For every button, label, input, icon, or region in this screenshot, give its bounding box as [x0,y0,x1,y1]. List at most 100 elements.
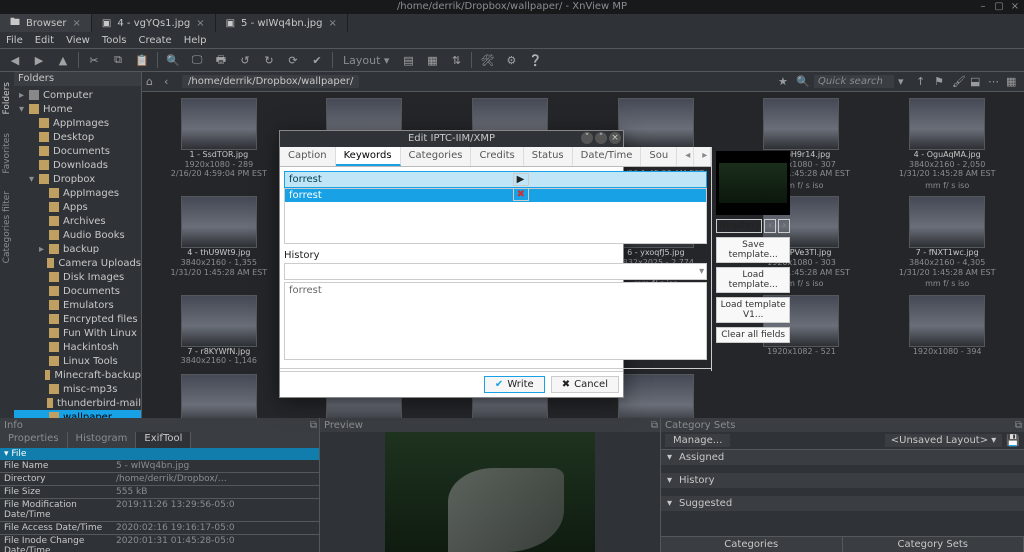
thumbnail[interactable]: 4 - OguAqMA.jpg 3840x2160 - 2,050 1/31/2… [876,98,1018,190]
tree-node[interactable]: Downloads [14,158,141,172]
tree-node[interactable]: Emulators [14,298,141,312]
up-icon[interactable]: ▲ [54,51,72,69]
tree-node[interactable]: Minecraft-backup [14,368,141,382]
menu-view[interactable]: View [66,35,90,46]
tab-caption[interactable]: Caption [280,147,336,166]
tree-node[interactable]: Audio Books [14,228,141,242]
save-layout-icon[interactable]: 💾 [1006,434,1020,447]
dialog-close-icon[interactable]: × [609,132,621,144]
view-mode-icon[interactable]: ▦ [423,51,441,69]
load-template-button[interactable]: Load template... [716,267,790,293]
star-icon[interactable]: ★ [778,75,792,89]
search-icon[interactable]: 🔍 [796,75,810,89]
tree-node[interactable]: Documents [14,144,141,158]
dialog-title-bar[interactable]: Edit IPTC-IIM/XMP ˅ ˄ × [280,131,623,147]
tree-node[interactable]: AppImages [14,116,141,130]
tab-keywords[interactable]: Keywords [336,147,401,166]
info-tab-histogram[interactable]: Histogram [68,432,137,448]
undock-icon[interactable]: ⧉ [1015,420,1022,431]
flag-icon[interactable]: ⚑ [934,75,948,89]
clear-fields-button[interactable]: Clear all fields [716,327,790,343]
zoom-icon[interactable]: 🔍 [164,51,182,69]
back-icon[interactable]: ◀ [6,51,24,69]
tag-icon[interactable]: ✔ [308,51,326,69]
tree-node[interactable]: Apps [14,200,141,214]
menu-create[interactable]: Create [138,35,171,46]
tool-icon[interactable]: 🛠 [478,51,496,69]
cat-tab-sets[interactable]: Category Sets [843,537,1024,552]
filter-icon[interactable]: ▾ [898,75,912,89]
tree-node[interactable]: Disk Images [14,270,141,284]
info-tab-properties[interactable]: Properties [0,432,68,448]
copy-icon[interactable]: ⧉ [109,51,127,69]
tab-source[interactable]: Sou [641,147,677,166]
window-minimize-icon[interactable]: – [978,0,988,10]
preview-icon[interactable]: 🖵 [188,51,206,69]
rotate-left-icon[interactable]: ↺ [236,51,254,69]
history-dropdown[interactable]: ▾ [284,263,707,280]
tree-node[interactable]: Archives [14,214,141,228]
cut-icon[interactable]: ✂ [85,51,103,69]
load-template-v1-button[interactable]: Load template V1... [716,297,790,323]
tree-node[interactable]: Documents [14,284,141,298]
side-tab-favorites[interactable]: Favorites [2,133,12,174]
cat-tab-categories[interactable]: Categories [661,537,843,552]
cat-section-assigned[interactable]: ▾Assigned [661,450,1024,465]
cat-section-suggested[interactable]: ▾Suggested [661,496,1024,511]
tab-credits[interactable]: Credits [471,147,523,166]
tag-filter-icon[interactable]: ⬓ [970,75,984,89]
tab-datetime[interactable]: Date/Time [573,147,642,166]
doc-tab-browser[interactable]: 🖿 Browser × [0,14,92,32]
thumbnail[interactable]: 10 - ZZOuSd4.jpg 3840x2160 - 513 [148,374,290,418]
manage-button[interactable]: Manage... [665,434,730,447]
tree-node[interactable]: ▸Computer [14,88,141,102]
dialog-shade-icon[interactable]: ˅ [581,132,593,144]
keyword-remove-icon[interactable]: ✖ [513,188,529,201]
tree-node[interactable]: ▸backup [14,242,141,256]
breadcrumb[interactable]: /home/derrik/Dropbox/wallpaper/ [182,75,490,88]
tree-node[interactable]: Hackintosh [14,340,141,354]
menu-file[interactable]: File [6,35,23,46]
layout-dropdown[interactable]: <Unsaved Layout> ▾ [885,434,1003,447]
paint-icon[interactable]: 🖌 [952,75,966,89]
layout-dropdown[interactable]: Layout ▾ [339,54,393,67]
doc-tab-image-1[interactable]: ▣ 4 - vgYQs1.jpg × [92,14,216,32]
more-icon[interactable]: ⋯ [988,75,1002,89]
cancel-button[interactable]: ✖ Cancel [551,376,619,393]
tree-node[interactable]: Camera Uploads [14,256,141,270]
print-icon[interactable]: 🖶 [212,51,230,69]
keyword-textarea[interactable]: forrest [284,282,707,360]
thumbnail[interactable]: 1 - SsdTOR.jpg 1920x1080 - 289 2/16/20 4… [148,98,290,190]
tree-node[interactable]: ▾Home [14,102,141,116]
chevron-left-icon[interactable]: ‹ [164,75,178,89]
thumbnail[interactable]: 4 - thU9Wt9.jpg 3840x2160 - 1,355 1/31/2… [148,196,290,288]
panel-icon[interactable]: ▤ [399,51,417,69]
close-icon[interactable]: × [328,18,336,29]
refresh-icon[interactable]: ⟳ [284,51,302,69]
keyword-add-icon[interactable]: ▶ [513,173,529,186]
keyword-list[interactable]: forrest [284,188,707,244]
settings-icon[interactable]: ⚙ [502,51,520,69]
close-icon[interactable]: × [73,18,81,29]
tab-status[interactable]: Status [524,147,573,166]
menu-help[interactable]: Help [184,35,207,46]
folder-tree[interactable]: ▸Computer▾HomeAppImagesDesktopDocumentsD… [14,86,141,418]
doc-tab-image-2[interactable]: ▣ 5 - wIWq4bn.jpg × [216,14,348,32]
window-maximize-icon[interactable]: ▢ [994,0,1004,10]
tab-categories[interactable]: Categories [401,147,472,166]
tree-node[interactable]: wallpaper [14,410,141,418]
grid-icon[interactable]: ▦ [1006,75,1020,89]
tree-node[interactable]: AppImages [14,186,141,200]
keyword-list-item[interactable]: forrest [285,189,706,202]
thumbnail[interactable]: 7 - fNXT1wc.jpg 3840x2160 - 4,305 1/31/2… [876,196,1018,288]
side-tab-catfilter[interactable]: Categories filter [2,191,12,263]
write-button[interactable]: ✔ Write [484,376,545,393]
sort-asc-icon[interactable]: ↑ [916,75,930,89]
window-close-icon[interactable]: × [1010,0,1020,10]
undock-icon[interactable]: ⧉ [310,420,317,431]
tree-node[interactable]: ▾Dropbox [14,172,141,186]
paste-icon[interactable]: 📋 [133,51,151,69]
tree-node[interactable]: misc-mp3s [14,382,141,396]
tree-node[interactable]: Fun With Linux [14,326,141,340]
side-tab-folders[interactable]: Folders [2,82,12,115]
